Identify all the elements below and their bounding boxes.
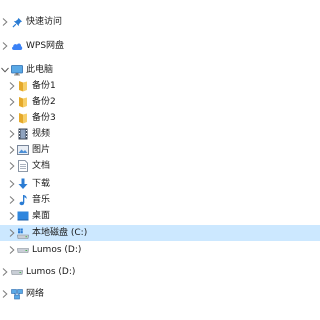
computer-icon xyxy=(11,64,23,76)
windows-drive-icon xyxy=(17,227,29,239)
navigation-pane: 快速访问 WPS网盘 此电脑 备份1 备份2 备份3 视频 图片 文档 下载 音… xyxy=(0,0,320,320)
nav-item-label: 文档 xyxy=(32,161,51,171)
chevron-right-icon[interactable] xyxy=(7,78,17,94)
chevron-right-icon[interactable] xyxy=(7,110,17,126)
nav-item-label: 备份3 xyxy=(32,113,56,123)
nav-item-label: 此电脑 xyxy=(26,65,54,75)
nav-item-quick-access[interactable]: 快速访问 xyxy=(0,14,320,30)
chevron-right-icon[interactable] xyxy=(0,264,10,280)
chevron-right-icon[interactable] xyxy=(7,208,17,224)
nav-item-label: 桌面 xyxy=(32,211,51,221)
folder-icon xyxy=(17,80,29,92)
nav-item-downloads[interactable]: 下载 xyxy=(0,176,320,192)
nav-item-label: Lumos (D:) xyxy=(26,267,76,277)
folder-icon xyxy=(17,112,29,124)
nav-item-label: 快速访问 xyxy=(26,17,63,27)
nav-item-label: 图片 xyxy=(32,145,51,155)
nav-item-label: 视频 xyxy=(32,129,51,139)
chevron-right-icon[interactable] xyxy=(7,225,17,241)
network-icon xyxy=(11,288,23,300)
nav-item-wps-cloud[interactable]: WPS网盘 xyxy=(0,38,320,54)
nav-item-pictures[interactable]: 图片 xyxy=(0,142,320,158)
nav-item-network[interactable]: 网络 xyxy=(0,286,320,302)
cloud-icon xyxy=(11,40,23,52)
nav-item-label: WPS网盘 xyxy=(26,41,65,51)
chevron-right-icon[interactable] xyxy=(7,242,17,258)
nav-item-music[interactable]: 音乐 xyxy=(0,192,320,208)
chevron-right-icon[interactable] xyxy=(7,158,17,174)
music-icon xyxy=(17,194,29,206)
nav-item-documents[interactable]: 文档 xyxy=(0,158,320,174)
drive-icon xyxy=(17,244,29,256)
nav-item-desktop[interactable]: 桌面 xyxy=(0,208,320,224)
nav-item-label: 本地磁盘 (C:) xyxy=(32,228,88,238)
nav-item-this-pc[interactable]: 此电脑 xyxy=(0,62,320,78)
nav-item-label: 网络 xyxy=(26,289,45,299)
nav-item-lumos-d-child[interactable]: Lumos (D:) xyxy=(0,242,320,258)
nav-item-local-disk-c[interactable]: 本地磁盘 (C:) xyxy=(0,225,320,241)
chevron-right-icon[interactable] xyxy=(0,286,10,302)
picture-icon xyxy=(17,144,29,156)
chevron-right-icon[interactable] xyxy=(7,192,17,208)
nav-item-label: 音乐 xyxy=(32,195,51,205)
document-icon xyxy=(17,160,29,172)
chevron-right-icon[interactable] xyxy=(0,38,10,54)
nav-item-label: 下载 xyxy=(32,179,51,189)
nav-item-label: Lumos (D:) xyxy=(32,245,82,255)
nav-item-label: 备份1 xyxy=(32,81,56,91)
nav-item-backup-3[interactable]: 备份3 xyxy=(0,110,320,126)
download-icon xyxy=(17,178,29,190)
nav-item-backup-1[interactable]: 备份1 xyxy=(0,78,320,94)
chevron-right-icon[interactable] xyxy=(7,126,17,142)
chevron-right-icon[interactable] xyxy=(0,14,10,30)
chevron-right-icon[interactable] xyxy=(7,94,17,110)
folder-icon xyxy=(17,96,29,108)
nav-item-lumos-d[interactable]: Lumos (D:) xyxy=(0,264,320,280)
drive-icon xyxy=(11,266,23,278)
pin-icon xyxy=(11,16,23,28)
chevron-right-icon[interactable] xyxy=(7,176,17,192)
nav-item-label: 备份2 xyxy=(32,97,56,107)
chevron-right-icon[interactable] xyxy=(7,142,17,158)
chevron-down-icon[interactable] xyxy=(0,62,10,78)
nav-item-backup-2[interactable]: 备份2 xyxy=(0,94,320,110)
desktop-icon xyxy=(17,210,29,222)
nav-item-videos[interactable]: 视频 xyxy=(0,126,320,142)
video-icon xyxy=(17,128,29,140)
